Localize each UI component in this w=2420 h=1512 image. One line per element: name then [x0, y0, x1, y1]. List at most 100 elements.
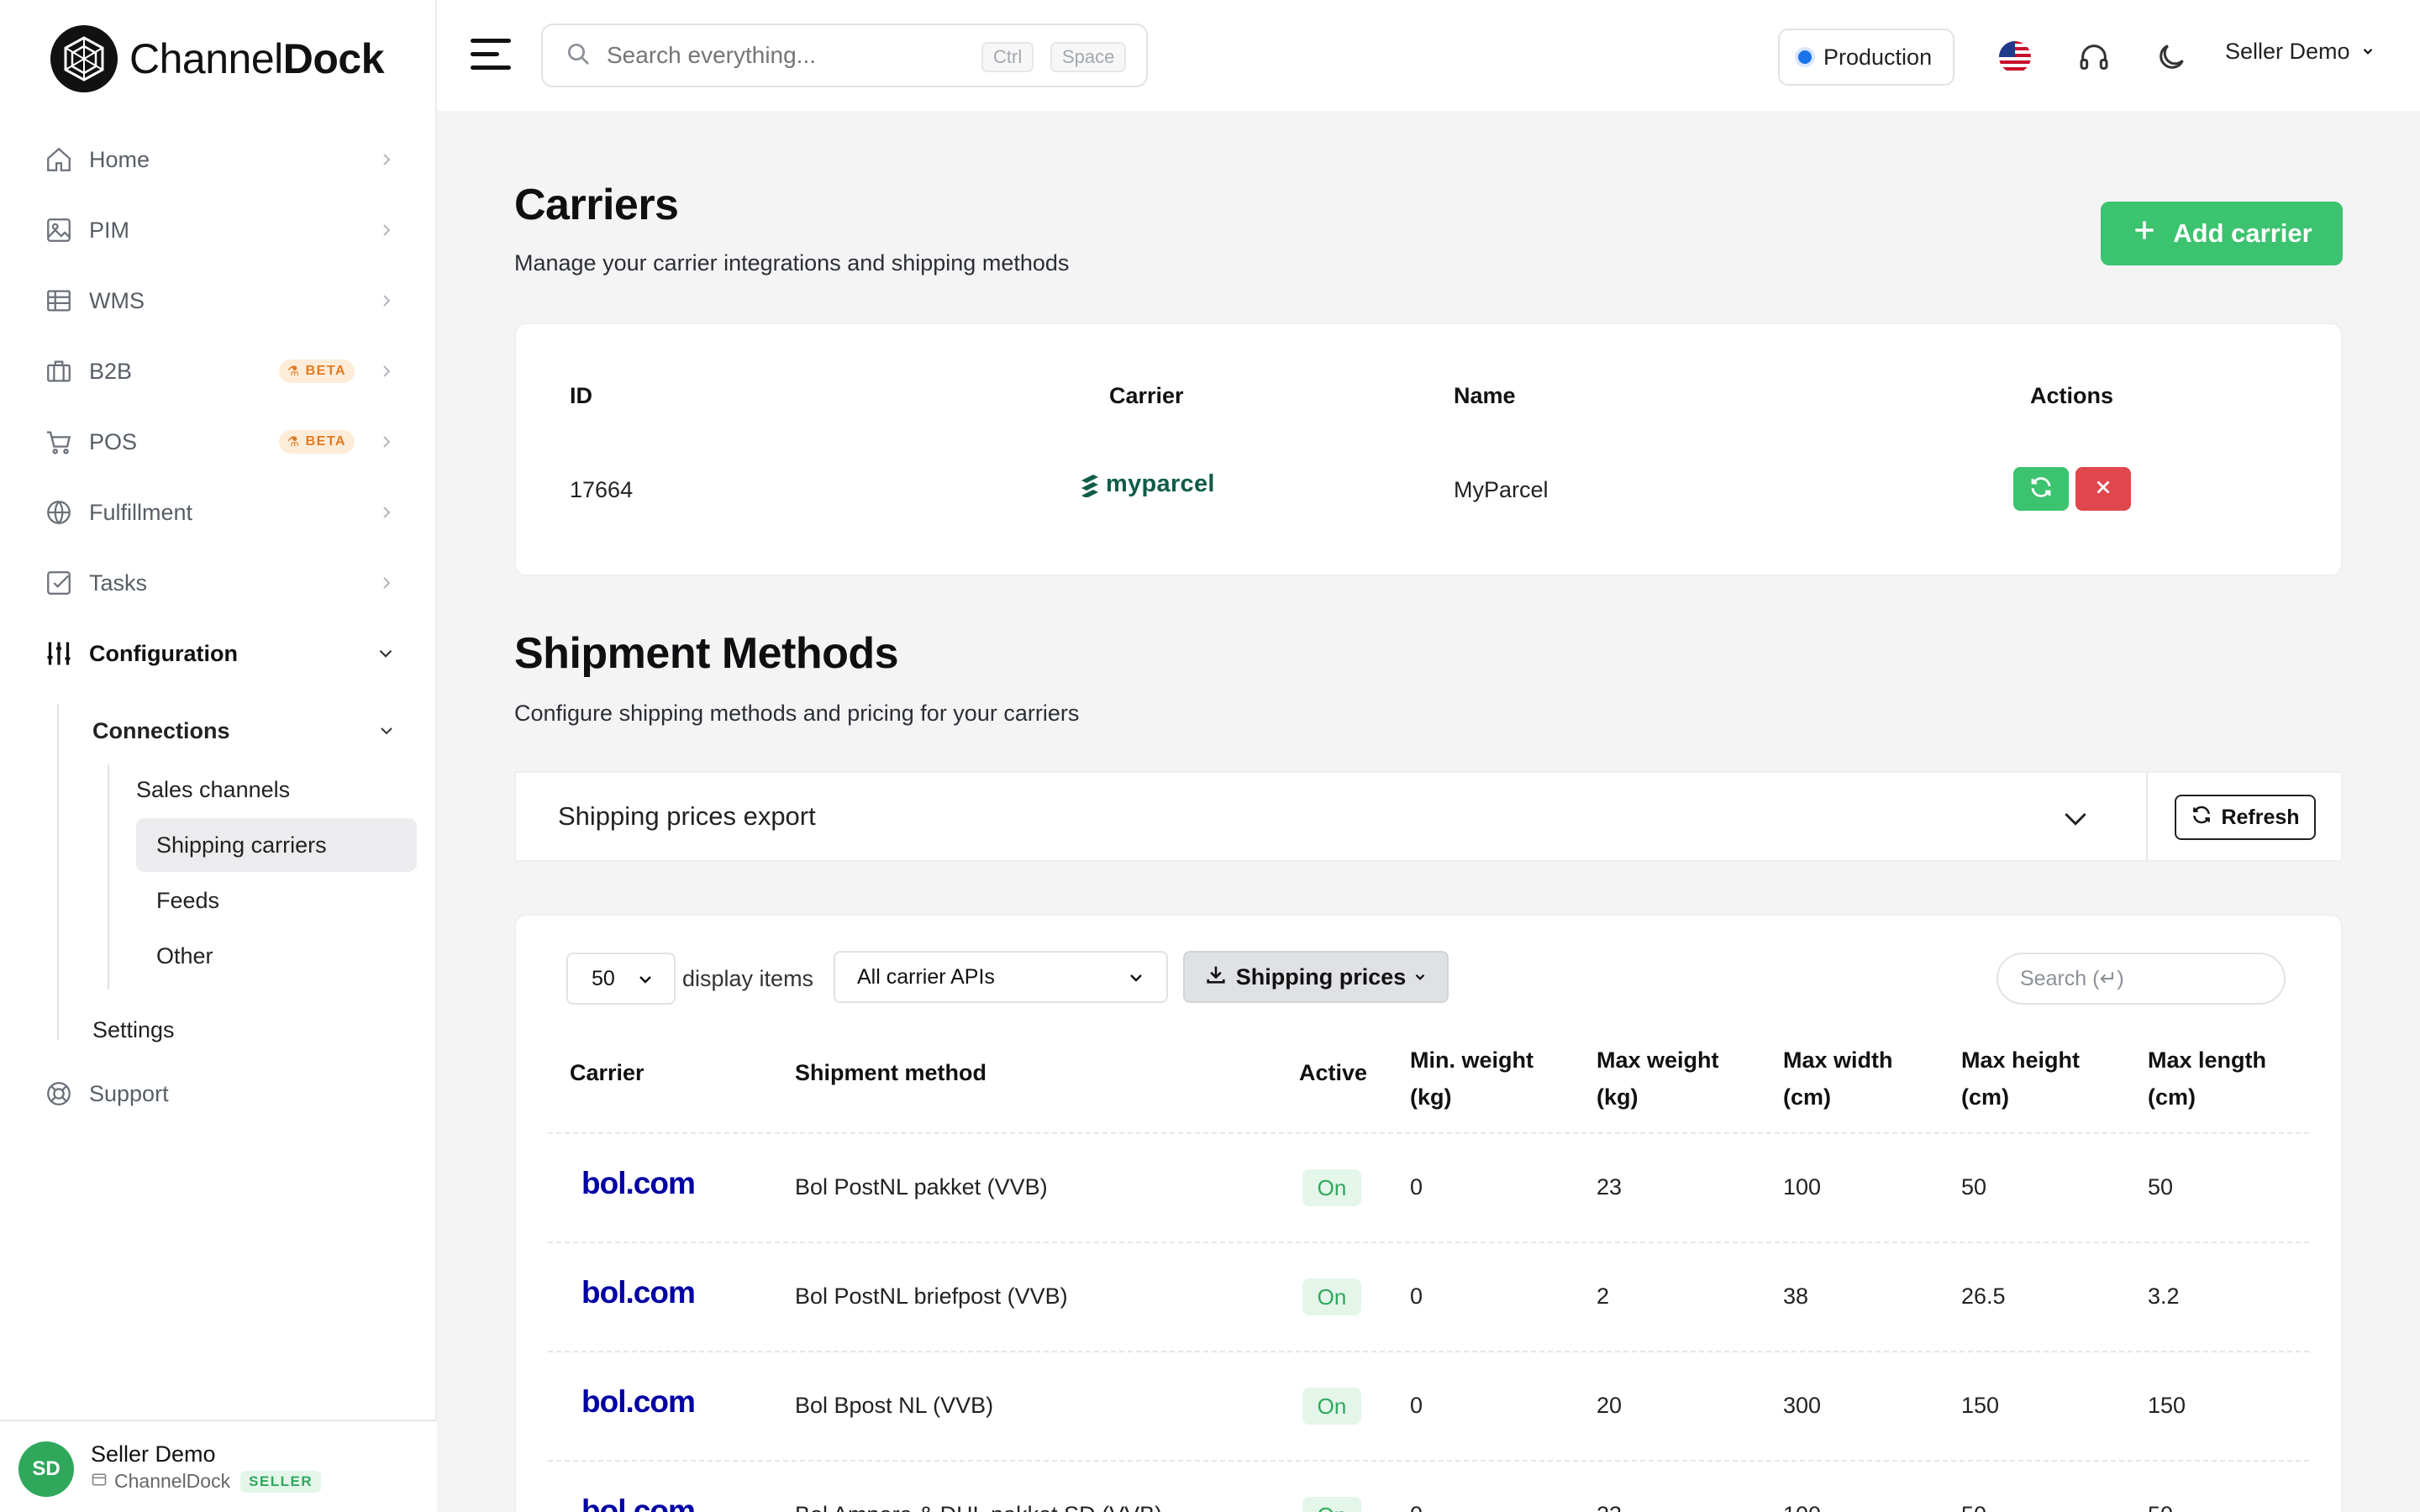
chevron-right-icon [376, 360, 397, 389]
sidebar-item-home[interactable]: Home [42, 134, 403, 185]
beta-badge: ⚗ BETA [278, 430, 355, 454]
shortcut-key-ctrl: Ctrl [981, 42, 1034, 72]
add-carrier-button[interactable]: Add carrier [2101, 202, 2343, 265]
sidebar-item-label: Configuration [89, 640, 238, 666]
column-header-min-weight[interactable]: Min. weight (kg) [1410, 1042, 1534, 1116]
search-input[interactable] [607, 42, 960, 69]
sidebar-item-other[interactable]: Other [156, 931, 408, 981]
column-header-shipment-method[interactable]: Shipment method [795, 1060, 986, 1086]
sidebar-item-support[interactable]: Support [42, 1068, 403, 1119]
table-search-input[interactable]: Search (↵) [1996, 953, 2286, 1005]
max-weight-value: 2 [1597, 1284, 1610, 1309]
row-divider [548, 1351, 2309, 1352]
column-header-max-length[interactable]: Max length (cm) [2148, 1042, 2266, 1116]
sidebar-item-b2b[interactable]: B2B ⚗ BETA [42, 346, 403, 396]
bol-logo: bol.com [581, 1166, 696, 1200]
page-size-select[interactable]: 50 [566, 953, 676, 1005]
role-badge: SELLER [240, 1470, 322, 1493]
page-subtitle: Manage your carrier integrations and shi… [514, 250, 1070, 276]
column-header-max-weight[interactable]: Max weight (kg) [1597, 1042, 1719, 1116]
chevron-down-icon[interactable] [2059, 801, 2092, 839]
us-flag-icon[interactable] [1995, 37, 2035, 77]
max-height-value: 50 [1961, 1502, 1986, 1512]
min-weight-value: 0 [1410, 1502, 1423, 1512]
column-header-max-height[interactable]: Max height (cm) [1961, 1042, 2080, 1116]
shipping-prices-dropdown-button[interactable]: Shipping prices [1183, 951, 1449, 1003]
beta-badge: ⚗ BETA [278, 360, 355, 383]
column-header-carrier: Carrier [1109, 383, 1184, 408]
chevron-down-icon [1126, 968, 1146, 994]
table-row-clip: bol.com Bol Ampere & DHL pakket SD (VVB)… [514, 1462, 2343, 1512]
carrier-api-filter[interactable]: All carrier APIs [834, 951, 1168, 1003]
sync-carrier-button[interactable] [2013, 467, 2069, 511]
refresh-icon [2191, 804, 2212, 832]
bol-logo: bol.com [581, 1275, 696, 1310]
chevron-right-icon [376, 148, 397, 177]
bol-logo: bol.com [581, 1494, 696, 1512]
sidebar-item-tasks[interactable]: Tasks [42, 558, 403, 608]
sidebar-item-connections[interactable]: Connections [92, 706, 403, 756]
flask-icon: ⚗ [287, 435, 301, 449]
sidebar-item-shipping-carriers[interactable]: Shipping carriers [136, 818, 417, 872]
user-menu[interactable]: Seller Demo [2225, 39, 2375, 65]
plus-icon [2131, 217, 2158, 250]
column-header-active[interactable]: Active [1299, 1060, 1367, 1086]
brand-logo[interactable]: ChannelDock [50, 24, 385, 94]
chevron-down-icon [635, 969, 655, 995]
max-length-value: 50 [2148, 1502, 2173, 1512]
carrier-id: 17664 [570, 477, 634, 502]
column-header-max-width[interactable]: Max width (cm) [1783, 1042, 1893, 1116]
sidebar-item-pim[interactable]: PIM [42, 205, 403, 255]
max-height-value: 26.5 [1961, 1284, 2006, 1309]
headset-icon[interactable] [2074, 37, 2114, 77]
chevron-right-icon [376, 501, 397, 530]
sidebar-item-fulfillment[interactable]: Fulfillment [42, 487, 403, 538]
shipment-method-name: Bol Bpost NL (VVB) [795, 1393, 994, 1418]
store-icon [91, 1470, 108, 1493]
environment-status-dot [1798, 50, 1812, 64]
max-weight-value: 23 [1597, 1174, 1623, 1200]
sidebar-item-wms[interactable]: WMS [42, 276, 403, 326]
active-status-badge[interactable]: On [1302, 1388, 1361, 1425]
sidebar-item-label: POS [89, 428, 138, 454]
refresh-button[interactable]: Refresh [2175, 795, 2316, 840]
min-weight-value: 0 [1410, 1284, 1423, 1309]
active-status-badge[interactable]: On [1302, 1497, 1361, 1512]
avatar: SD [18, 1441, 74, 1497]
global-search[interactable]: Ctrl Space [541, 24, 1148, 87]
briefcase-icon [42, 354, 76, 388]
sidebar-item-sales-channels[interactable]: Sales channels [116, 764, 397, 815]
flask-icon: ⚗ [287, 365, 301, 379]
search-icon [565, 40, 592, 71]
sidebar-item-feeds[interactable]: Feeds [156, 875, 408, 926]
max-width-value: 300 [1783, 1393, 1822, 1418]
display-items-label: display items [682, 966, 814, 991]
chevron-right-icon [376, 218, 397, 248]
menu-toggle-icon[interactable] [471, 37, 513, 72]
environment-button[interactable]: Production [1778, 29, 1954, 86]
delete-carrier-button[interactable] [2075, 467, 2131, 511]
sidebar-user-footer[interactable]: SD Seller Demo ChannelDock SELLER [0, 1420, 437, 1512]
shipping-prices-export-panel: Shipping prices export Refresh [514, 771, 2343, 862]
sidebar-item-pos[interactable]: POS ⚗ BETA [42, 417, 403, 467]
active-status-badge[interactable]: On [1302, 1278, 1361, 1315]
myparcel-logo: myparcel [1079, 470, 1215, 498]
max-width-value: 100 [1783, 1502, 1821, 1512]
checkbox-icon [42, 566, 76, 600]
submenu-line [57, 704, 59, 1040]
close-icon [2092, 476, 2114, 502]
column-header-carrier[interactable]: Carrier [570, 1060, 644, 1086]
active-status-badge[interactable]: On [1302, 1169, 1361, 1206]
export-panel-title[interactable]: Shipping prices export [558, 801, 816, 832]
sidebar-item-settings[interactable]: Settings [92, 1005, 403, 1055]
bol-logo: bol.com [581, 1384, 696, 1419]
sidebar: ChannelDock Home PIM WMS B2B ⚗ BETA POS … [0, 0, 437, 1512]
lifebuoy-icon [42, 1077, 76, 1110]
image-icon [42, 213, 76, 247]
sidebar-item-configuration[interactable]: Configuration [42, 628, 403, 679]
moon-icon[interactable] [2151, 37, 2191, 77]
carrier-name: MyParcel [1454, 477, 1549, 502]
max-length-value: 150 [2148, 1393, 2186, 1418]
section-title: Shipment Methods [514, 629, 899, 678]
column-header-id: ID [570, 383, 592, 408]
